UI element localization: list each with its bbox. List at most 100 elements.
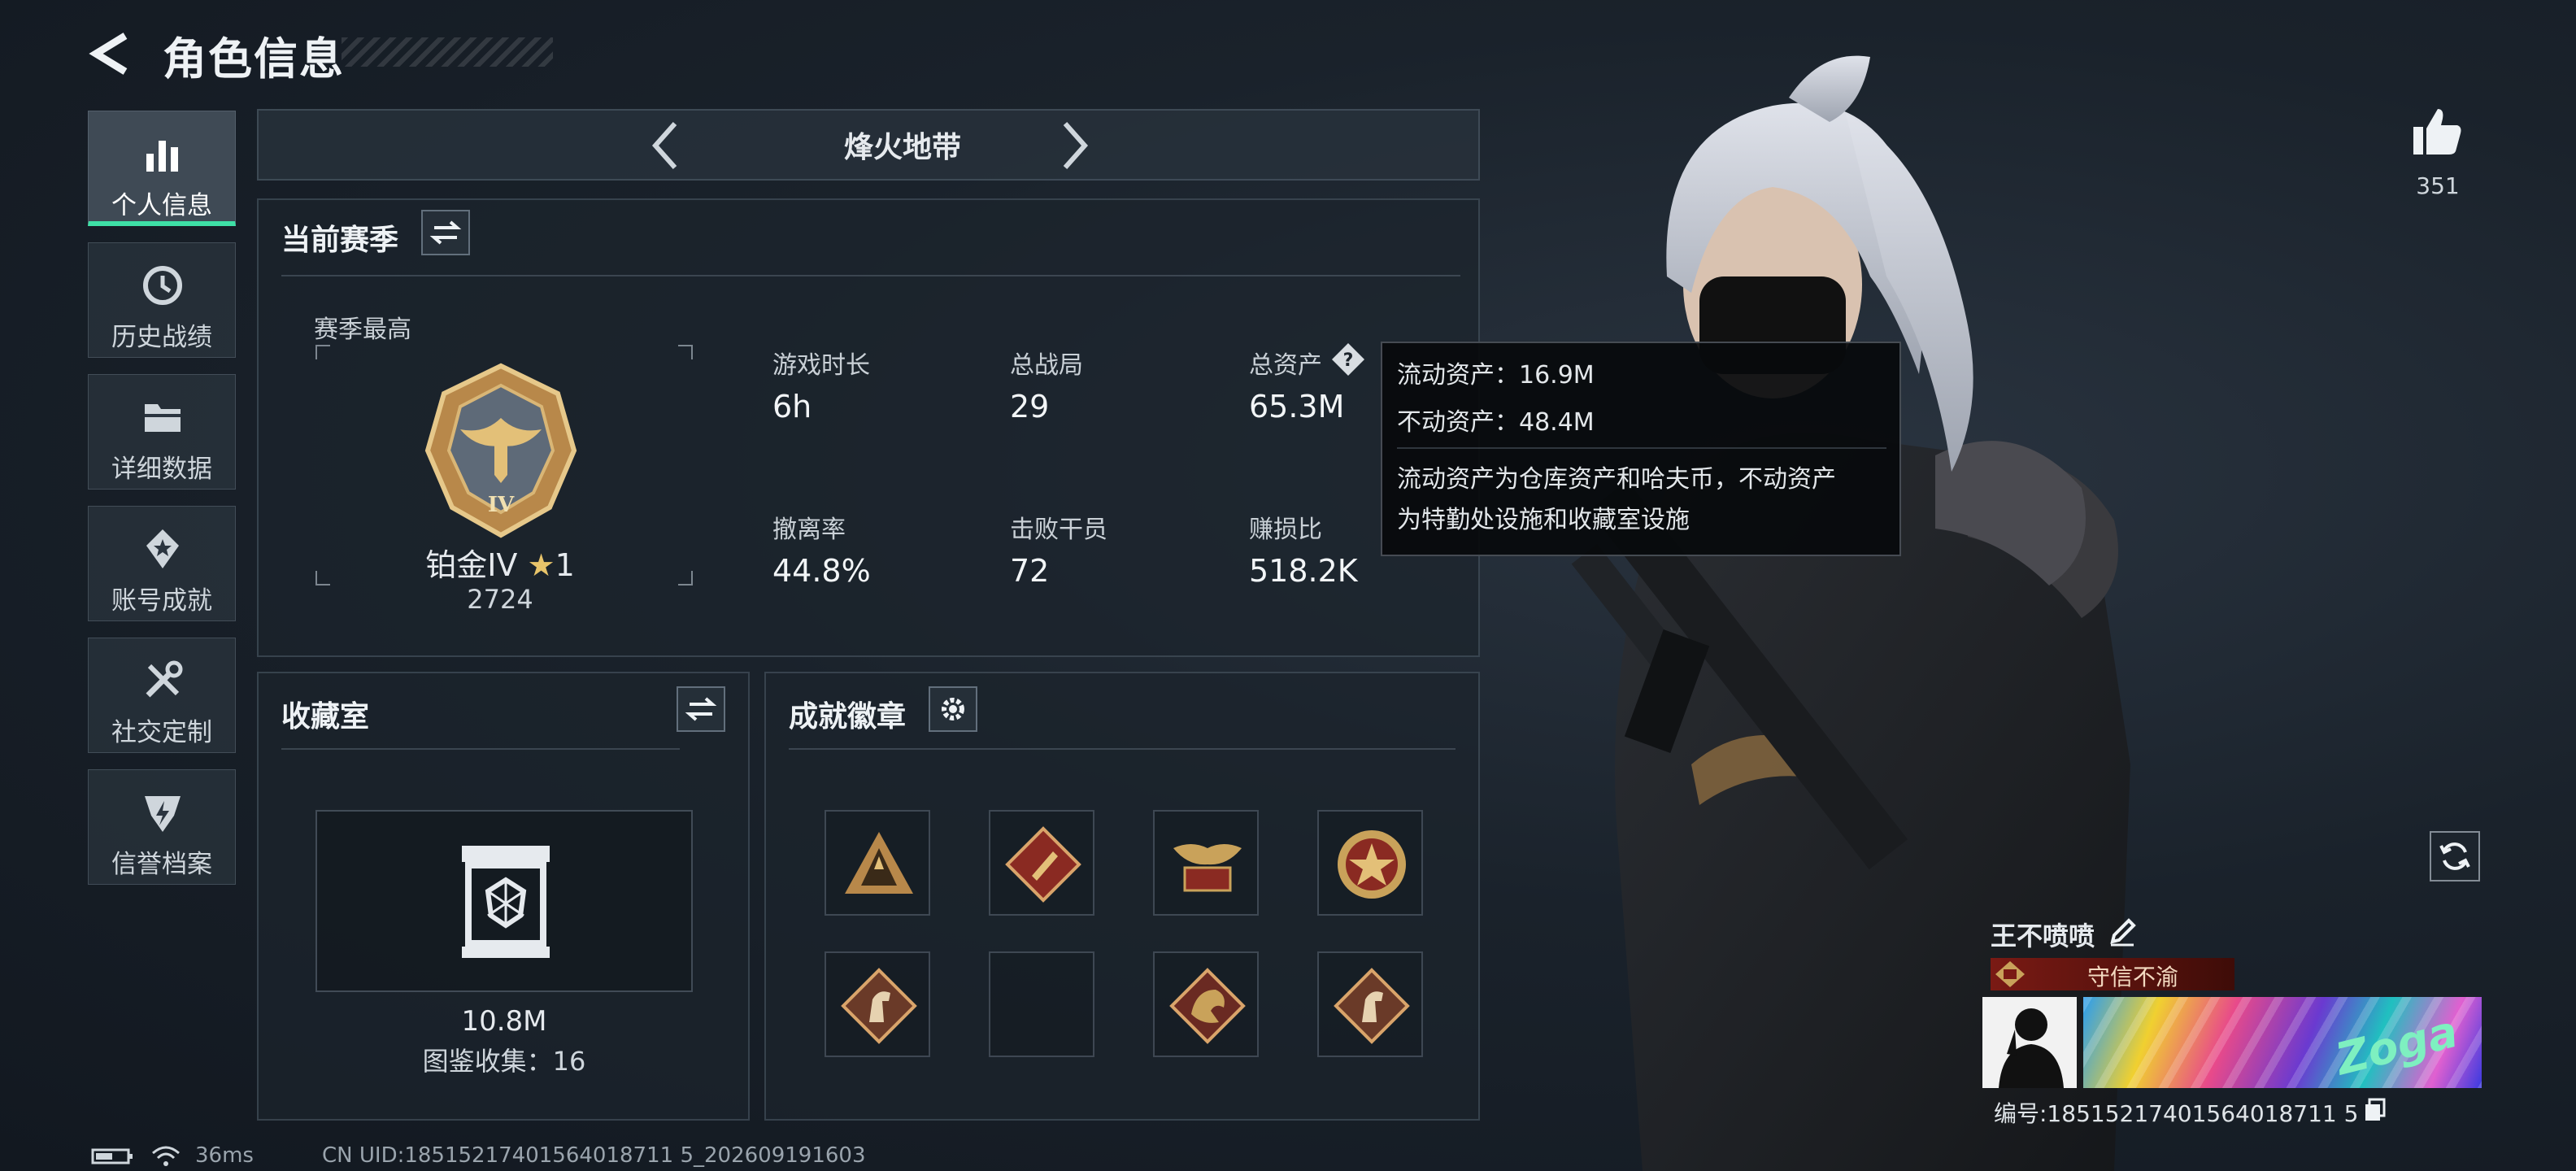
medal-icon <box>146 529 179 568</box>
gear-icon <box>942 698 964 720</box>
achievement-badge[interactable] <box>1317 810 1423 916</box>
player-title-badge: 守信不渝 <box>1991 958 2234 990</box>
collection-switch-button[interactable] <box>677 686 725 732</box>
thumbs-up-icon[interactable] <box>2408 102 2465 159</box>
battery-icon <box>91 1148 133 1164</box>
collection-preview[interactable] <box>315 810 693 992</box>
sidebar-item-social-custom[interactable]: 社交定制 <box>88 638 236 753</box>
chevron-left-icon[interactable] <box>642 119 691 172</box>
sidebar-item-reputation[interactable]: 信誉档案 <box>88 769 236 885</box>
copy-icon[interactable] <box>2363 1098 2387 1122</box>
rank-frame-corner <box>678 571 693 586</box>
rank-name: 铂金IV <box>425 547 518 583</box>
tooltip-description-1: 流动资产为仓库资产和哈夫币，不动资产 <box>1397 465 1836 494</box>
ping-text: 36ms <box>195 1143 254 1168</box>
stat-value-total-assets: 65.3M <box>1249 389 1345 424</box>
sidebar-item-label: 账号成就 <box>111 586 212 616</box>
achievement-badge[interactable] <box>825 951 930 1057</box>
edit-pencil-icon[interactable] <box>2106 916 2139 948</box>
badge-triangle-icon <box>845 832 913 894</box>
swap-icon <box>685 697 717 721</box>
achievement-badge-empty[interactable] <box>989 951 1094 1057</box>
player-title-text: 守信不渝 <box>2086 964 2178 990</box>
badge-horse-icon <box>841 968 917 1044</box>
achievements-settings-button[interactable] <box>929 686 977 732</box>
badge-horse-icon <box>1334 968 1410 1044</box>
badge-diamond-red-icon <box>1005 826 1081 903</box>
rank-frame-corner <box>315 345 330 359</box>
wifi-icon <box>152 1146 180 1166</box>
stat-label-profit-ratio: 赚损比 <box>1249 516 1322 544</box>
season-title: 当前赛季 <box>281 224 399 257</box>
badge-star-medal-icon <box>1338 830 1406 899</box>
display-case-icon <box>462 846 550 958</box>
shield-lightning-icon <box>145 796 181 832</box>
sidebar-item-detailed-data[interactable]: 详细数据 <box>88 374 236 490</box>
achievement-badge[interactable] <box>1153 810 1259 916</box>
player-banner[interactable]: Zoga <box>2083 997 2482 1088</box>
tooltip-liquid-assets: 流动资产：16.9M <box>1397 361 1595 390</box>
achievements-title: 成就徽章 <box>789 700 907 734</box>
achievement-badge[interactable] <box>1153 951 1259 1057</box>
stat-label-total-matches: 总战局 <box>1010 351 1083 380</box>
collection-value: 10.8M <box>461 1005 547 1038</box>
achievement-badge[interactable] <box>989 810 1094 916</box>
rank-star-icon: ★ <box>527 547 555 583</box>
mode-title: 烽火地带 <box>843 131 961 164</box>
chevron-right-icon[interactable] <box>1049 119 1098 172</box>
badge-eagle-icon <box>1173 844 1242 892</box>
season-best-label: 赛季最高 <box>314 316 411 344</box>
tools-icon <box>146 660 183 698</box>
folder-icon <box>145 404 181 432</box>
sidebar-item-match-history[interactable]: 历史战绩 <box>88 242 236 358</box>
uid-text: CN UID:18515217401564018711 5_2026091916… <box>322 1143 866 1168</box>
sidebar-item-label: 历史战绩 <box>111 323 212 352</box>
rank-score: 2724 <box>467 584 533 615</box>
stat-value-extract-rate: 44.8% <box>772 553 871 589</box>
title-decoration <box>342 37 553 67</box>
badge-dragon-icon <box>1169 968 1246 1044</box>
bar-chart-icon <box>146 141 178 172</box>
title-emblem-icon <box>1995 961 2025 987</box>
stat-value-playtime: 6h <box>772 389 812 424</box>
rank-frame-corner <box>678 345 693 359</box>
svg-text:?: ? <box>1343 350 1354 371</box>
rank-frame-corner <box>315 571 330 586</box>
stat-label-extract-rate: 撤离率 <box>772 516 846 544</box>
tooltip-fixed-assets: 不动资产：48.4M <box>1397 408 1595 437</box>
collection-divider <box>281 748 680 750</box>
achievements-divider <box>789 748 1456 750</box>
assets-tooltip: 流动资产：16.9M 不动资产：48.4M 流动资产为仓库资产和哈夫币，不动资产… <box>1381 342 1901 556</box>
season-divider <box>281 275 1460 276</box>
stat-label-operators-defeated: 击败干员 <box>1010 516 1107 544</box>
achievement-badge[interactable] <box>1317 951 1423 1057</box>
rank-stars: 1 <box>555 547 575 583</box>
rank-name-row: 铂金IV ★1 <box>358 540 642 585</box>
stat-value-profit-ratio: 518.2K <box>1249 553 1358 589</box>
collection-title: 收藏室 <box>281 700 370 734</box>
stat-label-playtime: 游戏时长 <box>772 351 870 380</box>
swap-icon <box>429 220 462 245</box>
likes-count: 351 <box>2416 172 2460 199</box>
season-switch-button[interactable] <box>421 210 470 255</box>
avatar-silhouette-icon <box>1999 1008 2064 1088</box>
sidebar-item-label: 详细数据 <box>111 455 212 484</box>
rank-emblem-icon: IV <box>424 363 577 538</box>
player-avatar[interactable] <box>1982 997 2077 1088</box>
svg-text:IV: IV <box>488 493 515 517</box>
sidebar-item-label: 社交定制 <box>111 718 212 747</box>
sidebar-item-achievements[interactable]: 账号成就 <box>88 506 236 621</box>
history-clock-icon <box>143 266 182 305</box>
rotate-icon <box>2439 842 2470 870</box>
stat-value-total-matches: 29 <box>1010 389 1050 424</box>
player-id: 编号:18515217401564018711 5 <box>1994 1100 2359 1127</box>
sidebar-item-personal-info[interactable]: 个人信息 <box>88 111 236 226</box>
rotate-view-button[interactable] <box>2430 831 2480 882</box>
help-question-icon[interactable]: ? <box>1330 342 1366 377</box>
tooltip-description-2: 为特勤处设施和收藏室设施 <box>1397 506 1690 534</box>
stat-value-operators-defeated: 72 <box>1010 553 1050 589</box>
page-title: 角色信息 <box>163 33 345 85</box>
sidebar-item-label: 个人信息 <box>111 191 212 220</box>
achievement-badge[interactable] <box>825 810 930 916</box>
back-arrow-icon[interactable] <box>88 29 137 78</box>
